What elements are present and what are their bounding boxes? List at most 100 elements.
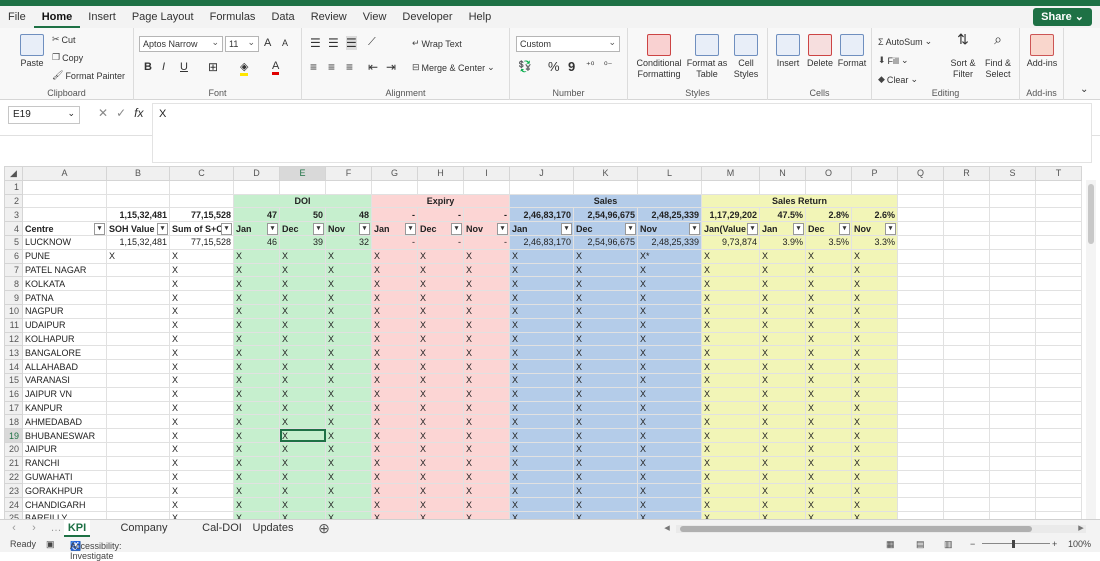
data-cell[interactable]: X [509, 317, 574, 333]
cell[interactable] [1035, 469, 1082, 485]
data-cell[interactable]: 3.5% [805, 234, 852, 250]
data-cell[interactable] [106, 331, 170, 347]
cell[interactable] [1035, 262, 1082, 278]
data-cell[interactable]: - [417, 234, 464, 250]
cell[interactable] [22, 193, 107, 209]
cell[interactable] [943, 262, 990, 278]
centre-name[interactable]: BAREILLY [22, 510, 107, 519]
data-cell[interactable]: X [169, 303, 234, 319]
data-cell[interactable]: X [233, 248, 280, 264]
data-cell[interactable]: X [169, 359, 234, 374]
cell[interactable] [989, 455, 1036, 471]
data-cell[interactable]: 32 [325, 234, 372, 250]
data-cell[interactable]: X [417, 345, 464, 361]
data-cell[interactable]: X [463, 276, 510, 292]
cell[interactable] [989, 483, 1036, 499]
column-header-e[interactable]: E [279, 166, 326, 181]
data-cell[interactable]: X [325, 469, 372, 485]
cell[interactable] [943, 372, 990, 388]
data-cell[interactable]: X [233, 414, 280, 430]
data-cell[interactable]: X [851, 290, 898, 305]
data-cell[interactable]: X [509, 483, 574, 499]
menu-insert[interactable]: Insert [80, 6, 124, 28]
data-cell[interactable]: X [509, 372, 574, 388]
data-cell[interactable]: X [233, 276, 280, 292]
data-cell[interactable]: X [509, 414, 574, 430]
centre-name[interactable]: PUNE [22, 248, 107, 264]
summary-cell[interactable]: 50 [279, 207, 326, 223]
vertical-scroll-thumb[interactable] [1088, 184, 1094, 244]
data-cell[interactable] [106, 276, 170, 292]
zoom-in-icon[interactable]: + [1052, 539, 1057, 549]
data-cell[interactable]: - [371, 234, 418, 250]
data-cell[interactable] [106, 372, 170, 388]
data-cell[interactable]: X [233, 428, 280, 443]
data-cell[interactable]: X [325, 345, 372, 361]
cell[interactable] [989, 331, 1036, 347]
cell[interactable] [943, 483, 990, 499]
data-cell[interactable]: 3.9% [759, 234, 806, 250]
cell[interactable] [897, 262, 944, 278]
header-cell[interactable]: Sum of S+C [169, 221, 234, 236]
data-cell[interactable]: X [417, 276, 464, 292]
cell[interactable] [805, 179, 852, 195]
data-cell[interactable]: 3.3% [851, 234, 898, 250]
summary-cell[interactable]: 2,48,25,339 [637, 207, 702, 223]
data-cell[interactable]: X [371, 317, 418, 333]
menu-home[interactable]: Home [33, 6, 81, 28]
data-cell[interactable]: X [233, 262, 280, 278]
centre-name[interactable]: GORAKHPUR [22, 483, 107, 499]
increase-decimal-icon[interactable]: ⁺⁰ [586, 60, 594, 71]
data-cell[interactable]: X [417, 262, 464, 278]
data-cell[interactable]: X [573, 303, 638, 319]
data-cell[interactable]: X [325, 428, 372, 443]
data-cell[interactable]: X [573, 331, 638, 347]
data-cell[interactable]: X [371, 483, 418, 499]
cell[interactable] [1035, 455, 1082, 471]
indent-icon[interactable]: ⇤ [368, 60, 378, 74]
data-cell[interactable]: X [106, 248, 170, 264]
cell[interactable] [943, 193, 990, 209]
data-cell[interactable]: X [325, 248, 372, 264]
data-cell[interactable]: 46 [233, 234, 280, 250]
data-cell[interactable]: X [701, 359, 760, 374]
cell[interactable] [1035, 483, 1082, 499]
data-cell[interactable]: X [759, 469, 806, 485]
spreadsheet-grid[interactable]: ◢ A B C D E F G H I J K L M N O P Q R S T 1 2 DOI Expiry Sales Sal… [4, 166, 1084, 519]
page-break-view-icon[interactable]: ▥ [944, 539, 953, 550]
zoom-slider-thumb[interactable] [1012, 540, 1015, 548]
cell[interactable] [463, 179, 510, 195]
row-header[interactable]: 25 [4, 510, 23, 519]
cell[interactable] [169, 193, 234, 209]
data-cell[interactable]: X [701, 510, 760, 519]
data-cell[interactable]: X [279, 359, 326, 374]
data-cell[interactable]: X [371, 428, 418, 443]
format-painter-button[interactable]: 🖌 Format Painter [52, 70, 125, 81]
cell[interactable] [1035, 372, 1082, 388]
data-cell[interactable]: X [851, 428, 898, 443]
data-cell[interactable]: X [759, 497, 806, 512]
cell[interactable] [943, 234, 990, 250]
font-size-select[interactable]: 11 [225, 35, 259, 52]
data-cell[interactable]: X [573, 510, 638, 519]
data-cell[interactable]: X [509, 428, 574, 443]
data-cell[interactable]: X [417, 248, 464, 264]
menu-help[interactable]: Help [461, 6, 500, 28]
data-cell[interactable] [106, 441, 170, 457]
data-cell[interactable]: X [805, 262, 852, 278]
data-cell[interactable]: X [463, 483, 510, 499]
data-cell[interactable]: X [463, 497, 510, 512]
data-cell[interactable]: X [573, 400, 638, 416]
column-header-n[interactable]: N [759, 166, 806, 181]
prev-sheet-icon[interactable]: ‹ [4, 520, 24, 537]
data-cell[interactable]: X [509, 510, 574, 519]
data-cell[interactable]: X [279, 345, 326, 361]
data-cell[interactable]: X [851, 276, 898, 292]
data-cell[interactable]: X [169, 345, 234, 361]
cell[interactable] [989, 441, 1036, 457]
cell[interactable] [989, 386, 1036, 402]
cell[interactable] [897, 428, 944, 443]
data-cell[interactable]: X [279, 303, 326, 319]
cell[interactable] [897, 483, 944, 499]
data-cell[interactable]: X [463, 469, 510, 485]
